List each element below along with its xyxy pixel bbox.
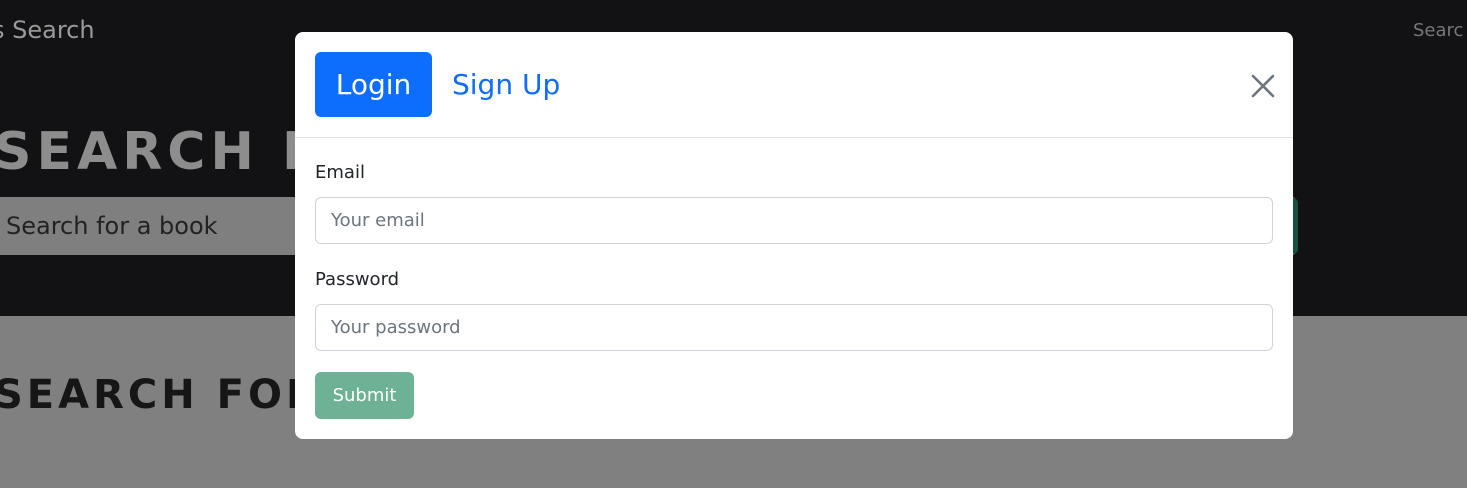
email-label: Email xyxy=(315,162,365,183)
auth-modal: Login Sign Up Email Password Submit xyxy=(295,32,1293,439)
tab-sign-up[interactable]: Sign Up xyxy=(452,52,560,117)
password-field[interactable] xyxy=(315,304,1273,351)
section-title: SEARCH FOR xyxy=(0,372,321,418)
brand-title[interactable]: s Search xyxy=(0,16,95,44)
email-field[interactable] xyxy=(315,197,1273,244)
nav-search-link[interactable]: Searc xyxy=(1413,20,1463,41)
password-label: Password xyxy=(315,269,400,290)
close-icon xyxy=(1251,74,1275,98)
hero-title: SEARCH F xyxy=(0,122,323,182)
submit-button[interactable]: Submit xyxy=(315,372,414,419)
close-button[interactable] xyxy=(1245,68,1281,104)
tab-login[interactable]: Login xyxy=(315,52,432,117)
modal-header: Login Sign Up xyxy=(295,32,1293,138)
